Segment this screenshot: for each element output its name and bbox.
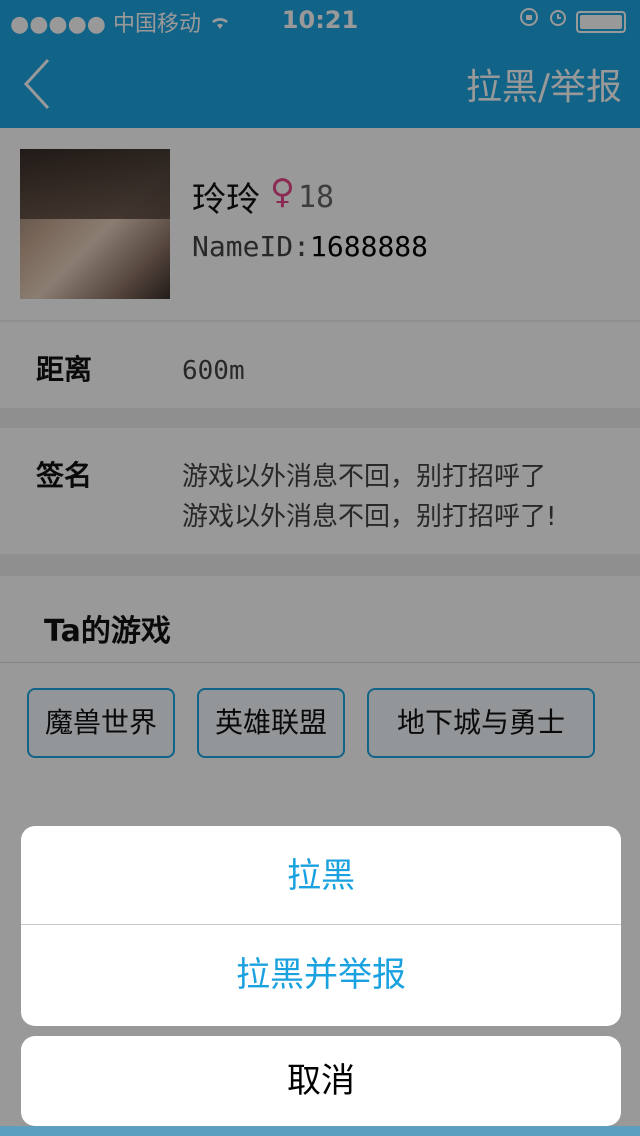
block-and-report-button[interactable]: 拉黑并举报 — [21, 925, 621, 1025]
block-button[interactable]: 拉黑 — [21, 826, 621, 926]
cancel-button[interactable]: 取消 — [21, 1036, 621, 1126]
action-sheet: 拉黑 拉黑并举报 — [21, 826, 621, 1026]
bottom-bar — [0, 1126, 640, 1136]
